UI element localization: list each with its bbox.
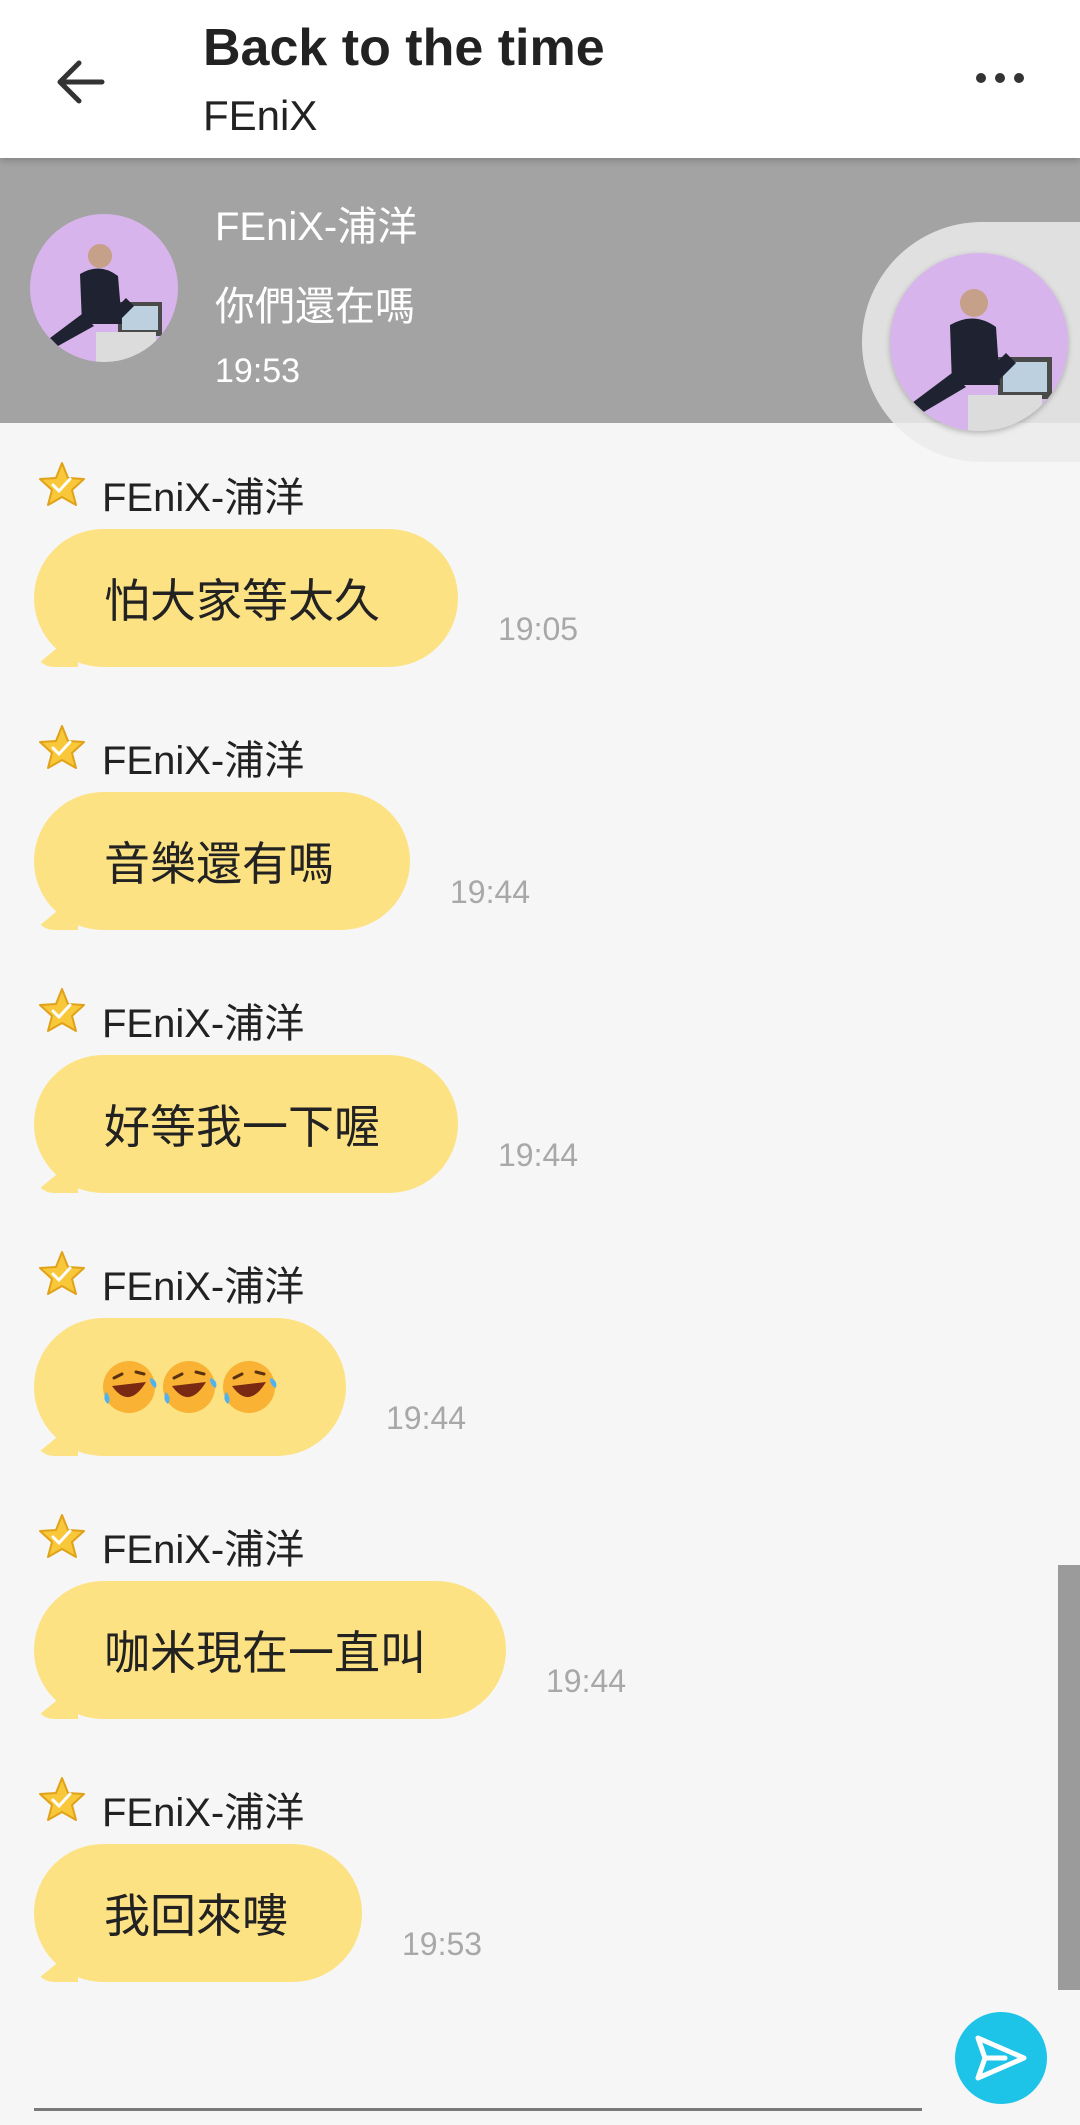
message-text: 好等我一下喔 xyxy=(104,1100,380,1154)
star-badge-icon xyxy=(39,1777,85,1821)
avatar xyxy=(30,214,178,362)
message-input[interactable] xyxy=(34,2108,922,2111)
chat-title: Back to the time xyxy=(203,19,605,77)
star-badge-icon xyxy=(39,1514,85,1558)
star-badge-icon xyxy=(39,988,85,1032)
message-bubble[interactable] xyxy=(34,1318,346,1456)
message-bubble[interactable]: 怕大家等太久 xyxy=(34,529,458,667)
sender-name: FEniX-浦洋 xyxy=(102,476,305,520)
send-button[interactable] xyxy=(955,2012,1047,2104)
star-badge-icon xyxy=(39,462,85,506)
message-time: 19:53 xyxy=(402,1926,483,1962)
arrow-left-icon xyxy=(57,60,105,104)
sender-name: FEniX-浦洋 xyxy=(102,1265,305,1309)
message-time: 19:44 xyxy=(498,1137,579,1173)
more-dot xyxy=(995,73,1005,83)
pinned-message-text: 你們還在嗎 xyxy=(215,284,415,330)
message-bubble[interactable]: 好等我一下喔 xyxy=(34,1055,458,1193)
message-time: 19:05 xyxy=(498,611,579,647)
more-horizontal-icon xyxy=(976,73,986,83)
back-button[interactable] xyxy=(44,46,116,118)
message-text: 怕大家等太久 xyxy=(104,574,380,628)
message-text: 我回來嘍 xyxy=(104,1889,288,1943)
message-bubble[interactable]: 音樂還有嗎 xyxy=(34,792,410,930)
sender-name: FEniX-浦洋 xyxy=(102,1528,305,1572)
pinned-message-time: 19:53 xyxy=(215,352,301,390)
message-bubble[interactable]: 我回來嘍 xyxy=(34,1844,362,1982)
message-text: 音樂還有嗎 xyxy=(104,837,334,891)
more-dot xyxy=(1014,73,1024,83)
laughing-emoji-icon xyxy=(223,1361,277,1413)
chat-subtitle: FEniX xyxy=(203,92,318,139)
pinned-sender-name: FEniX-浦洋 xyxy=(215,205,418,249)
message-time: 19:44 xyxy=(546,1663,627,1699)
sender-name: FEniX-浦洋 xyxy=(102,739,305,783)
laughing-emoji-icon xyxy=(103,1361,157,1413)
message-time: 19:44 xyxy=(450,874,531,910)
message-bubble[interactable]: 咖米現在一直叫 xyxy=(34,1581,506,1719)
floating-avatar[interactable] xyxy=(890,253,1068,431)
star-badge-icon xyxy=(39,725,85,769)
message-text: 咖米現在一直叫 xyxy=(104,1626,426,1680)
star-badge-icon xyxy=(39,1251,85,1295)
app-bar: Back to the time FEniX xyxy=(0,0,1080,158)
send-icon xyxy=(975,2035,1027,2081)
scrollbar-thumb[interactable] xyxy=(1058,1565,1080,1990)
message-time: 19:44 xyxy=(386,1400,467,1436)
more-button[interactable] xyxy=(960,50,1040,106)
sender-name: FEniX-浦洋 xyxy=(102,1002,305,1046)
laughing-emoji-icon xyxy=(163,1361,217,1413)
sender-name: FEniX-浦洋 xyxy=(102,1791,305,1835)
